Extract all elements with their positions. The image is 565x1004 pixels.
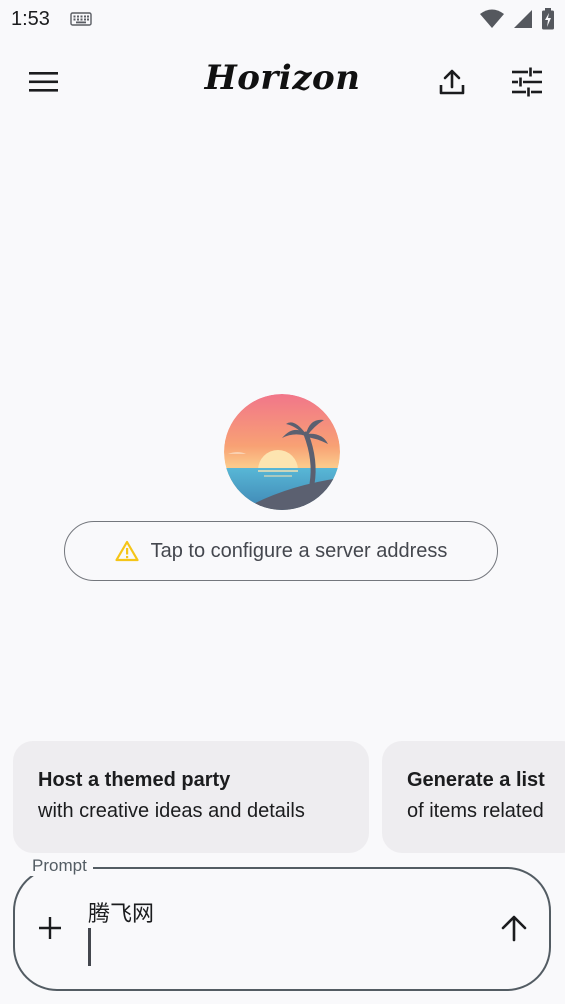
server-chip-label: Tap to configure a server address — [150, 539, 448, 562]
sunset-palm-logo — [224, 394, 340, 510]
signal-icon — [514, 10, 532, 28]
prompt-text[interactable]: 腾飞网 — [88, 896, 154, 928]
screen: 1:53 Horizon Tap to configure a server a… — [0, 0, 565, 1004]
prompt-label: Prompt — [26, 856, 93, 876]
send-icon — [501, 915, 527, 942]
keyboard-icon — [70, 12, 92, 26]
upload-button[interactable] — [430, 62, 474, 102]
system-icons — [479, 8, 555, 30]
add-attachment-button[interactable] — [36, 910, 66, 946]
warning-icon — [114, 540, 139, 562]
app-bar: Horizon — [0, 50, 565, 114]
suggestion-title: Generate a list — [407, 769, 545, 791]
suggestion-subtitle: of items related — [407, 800, 544, 822]
send-button[interactable] — [496, 910, 532, 946]
suggestion-card[interactable]: Generate a list of items related — [382, 741, 565, 853]
status-time: 1:53 — [11, 8, 50, 30]
app-title: Horizon — [204, 58, 361, 98]
battery-icon — [542, 8, 554, 30]
suggestion-title: Host a themed party — [38, 769, 231, 791]
status-bar: 1:53 — [0, 0, 565, 40]
configure-server-button[interactable]: Tap to configure a server address — [64, 521, 498, 581]
settings-button[interactable] — [505, 62, 549, 102]
prompt-input[interactable] — [13, 867, 551, 991]
wifi-icon — [480, 9, 504, 28]
suggestion-card[interactable]: Host a themed party with creative ideas … — [13, 741, 369, 853]
upload-icon — [439, 69, 465, 95]
tune-icon — [512, 67, 542, 97]
text-caret — [88, 928, 91, 966]
suggestion-subtitle: with creative ideas and details — [38, 800, 305, 822]
add-icon — [39, 917, 61, 939]
